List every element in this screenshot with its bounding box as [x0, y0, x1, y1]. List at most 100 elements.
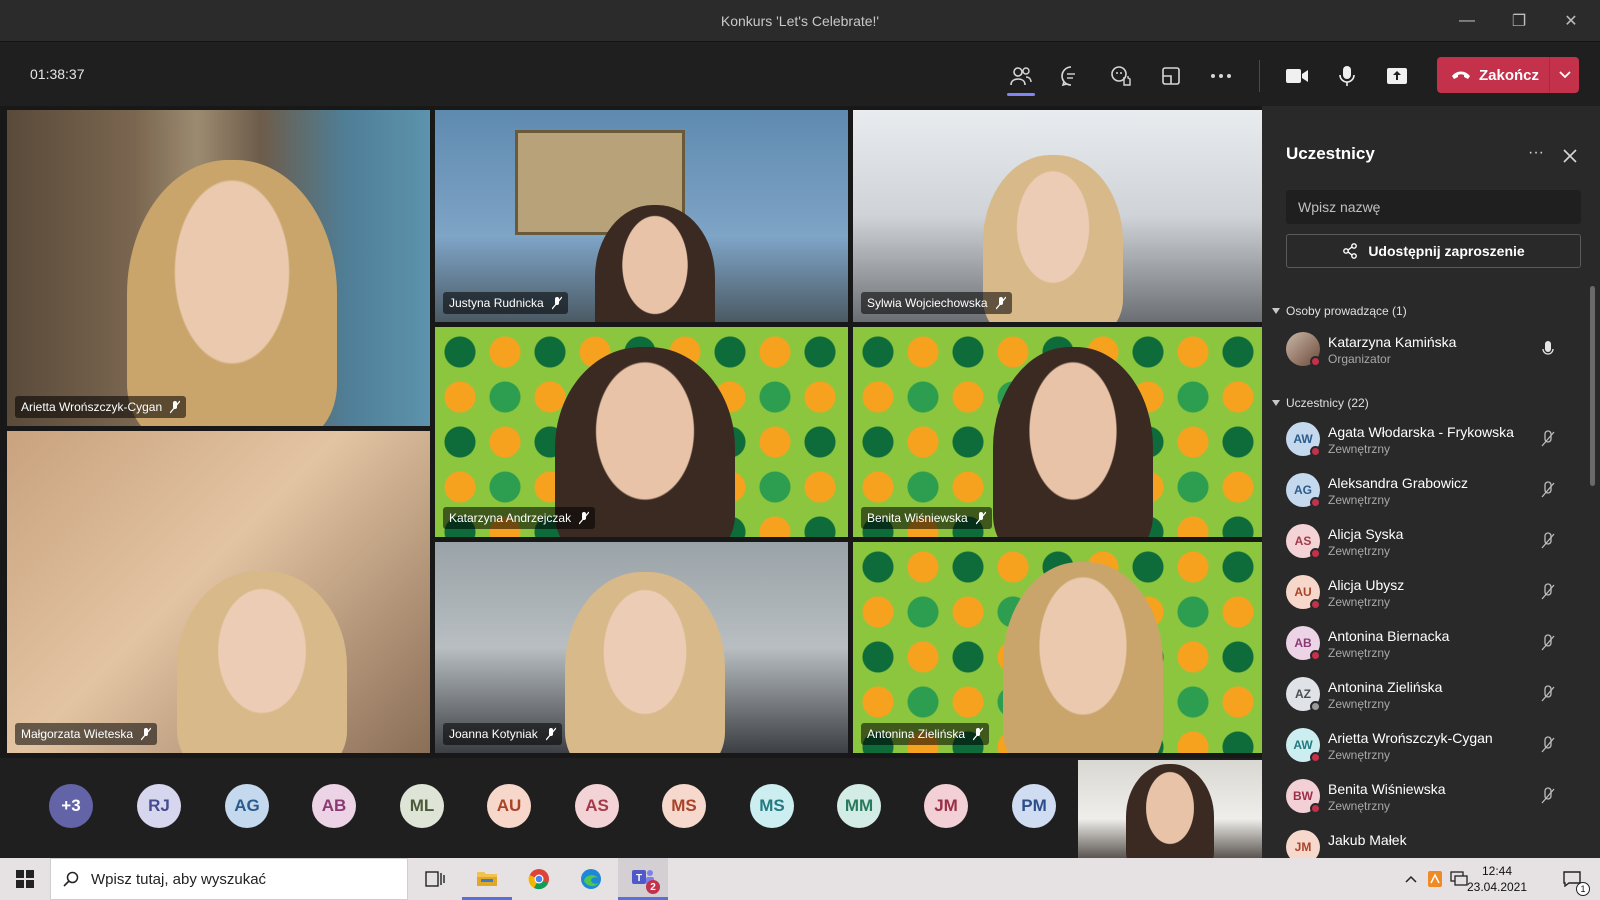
title-bar: Konkurs 'Let's Celebrate!' — ❐ ✕ — [0, 0, 1600, 42]
mic-button[interactable] — [1327, 56, 1367, 96]
participant-role: Zewnętrzny — [1328, 646, 1391, 660]
windows-start-icon — [16, 870, 34, 888]
mic-off-icon — [1541, 481, 1555, 498]
self-view-video[interactable] — [1078, 760, 1264, 858]
file-explorer-button[interactable] — [462, 858, 512, 900]
status-badge — [1310, 701, 1321, 712]
share-screen-button[interactable] — [1377, 56, 1417, 96]
panel-more-button[interactable]: ··· — [1524, 144, 1548, 164]
mic-off-status — [1538, 581, 1558, 603]
attendees-section-toggle[interactable]: Uczestnicy (22) — [1272, 396, 1369, 410]
reactions-button[interactable] — [1101, 56, 1141, 96]
video-tile[interactable]: Benita Wiśniewska — [853, 327, 1263, 537]
restore-button[interactable]: ❐ — [1496, 0, 1542, 42]
self-video-person — [1126, 764, 1214, 858]
share-invite-label: Udostępnij zaproszenie — [1368, 243, 1525, 259]
chevron-down-icon — [1558, 71, 1571, 79]
taskbar-search-box[interactable]: Wpisz tutaj, aby wyszukać — [50, 858, 408, 900]
avatar: AU — [1286, 575, 1321, 610]
participant-role: Zewnętrzny — [1328, 697, 1391, 711]
chat-button[interactable] — [1051, 56, 1091, 96]
taskbar-clock[interactable]: 12:44 23.04.2021 — [1462, 863, 1532, 895]
participant-name: Agata Włodarska - Frykowska — [1328, 424, 1514, 440]
attendee-row[interactable]: AU Alicja Ubysz Zewnętrzny — [1286, 569, 1586, 615]
participant-avatar[interactable]: MS — [750, 784, 794, 828]
participant-avatar[interactable]: PM — [1012, 784, 1056, 828]
video-tile[interactable]: Antonina Zielińska — [853, 542, 1263, 753]
overflow-participants-button[interactable]: +3 — [49, 784, 93, 828]
end-call-label: Zakończ — [1479, 66, 1540, 84]
panel-close-button[interactable] — [1558, 144, 1582, 168]
share-link-icon — [1343, 243, 1358, 259]
tray-app-button[interactable] — [1424, 858, 1446, 900]
participant-video — [993, 347, 1153, 537]
presenters-section-toggle[interactable]: Osoby prowadzące (1) — [1272, 304, 1407, 318]
attendee-row[interactable]: JM Jakub Małek — [1286, 824, 1586, 858]
end-call-button[interactable]: Zakończ — [1437, 57, 1579, 93]
end-call-main[interactable]: Zakończ — [1437, 57, 1549, 93]
video-tile[interactable]: Justyna Rudnicka — [435, 110, 848, 322]
participant-avatar[interactable]: AS — [575, 784, 619, 828]
share-invite-button[interactable]: Udostępnij zaproszenie — [1286, 234, 1581, 268]
avatar-initials: AS — [1294, 534, 1312, 548]
participant-avatar[interactable]: AB — [312, 784, 356, 828]
edge-button[interactable] — [566, 858, 616, 900]
panel-scrollbar[interactable] — [1590, 286, 1595, 486]
attendee-row[interactable]: AS Alicja Syska Zewnętrzny — [1286, 518, 1586, 564]
participant-avatar[interactable]: AU — [487, 784, 531, 828]
status-badge — [1310, 599, 1321, 610]
start-button[interactable] — [0, 858, 50, 900]
teams-button[interactable]: T 2 — [618, 858, 668, 900]
participant-search-input[interactable] — [1286, 190, 1581, 224]
participant-avatar[interactable]: RJ — [137, 784, 181, 828]
close-window-button[interactable]: ✕ — [1548, 0, 1594, 42]
participants-button[interactable] — [1001, 56, 1041, 96]
video-tile[interactable]: Małgorzata Wieteska — [7, 431, 430, 753]
participant-avatar[interactable]: AG — [225, 784, 269, 828]
tile-name-tag: Katarzyna Andrzejczak — [443, 507, 596, 529]
presenter-row[interactable]: Katarzyna Kamińska Organizator — [1286, 326, 1586, 372]
minimize-button[interactable]: — — [1444, 0, 1490, 42]
close-icon — [1563, 149, 1577, 163]
participant-video — [127, 160, 337, 426]
participant-avatar[interactable]: JM — [924, 784, 968, 828]
notification-count-badge: 1 — [1576, 882, 1590, 896]
participant-avatar[interactable]: ML — [400, 784, 444, 828]
end-call-dropdown[interactable] — [1550, 57, 1579, 93]
action-center-button[interactable]: 1 — [1552, 858, 1592, 900]
video-tile[interactable]: Katarzyna Andrzejczak — [435, 327, 848, 537]
chrome-button[interactable] — [514, 858, 564, 900]
tile-name: Antonina Zielińska — [867, 727, 966, 741]
avatar: AZ — [1286, 677, 1321, 712]
attendee-row[interactable]: AG Aleksandra Grabowicz Zewnętrzny — [1286, 467, 1586, 513]
attendee-row[interactable]: BW Benita Wiśniewska Zewnętrzny — [1286, 773, 1586, 819]
video-tile[interactable]: Arietta Wrońszczyk-Cygan — [7, 110, 430, 426]
task-view-button[interactable] — [410, 858, 460, 900]
mic-off-status — [1538, 785, 1558, 807]
attendee-row[interactable]: AW Agata Włodarska - Frykowska Zewnętrzn… — [1286, 416, 1586, 462]
avatar: AB — [1286, 626, 1321, 661]
attendee-row[interactable]: AW Arietta Wrońszczyk-Cygan Zewnętrzny — [1286, 722, 1586, 768]
mic-off-icon — [1541, 532, 1555, 549]
camera-button[interactable] — [1277, 56, 1317, 96]
raise-hand-icon — [1111, 66, 1131, 86]
tile-name: Katarzyna Andrzejczak — [449, 511, 572, 525]
participant-name: Alicja Ubysz — [1328, 577, 1405, 593]
mic-off-icon — [1541, 736, 1555, 753]
tile-name: Benita Wiśniewska — [867, 511, 968, 525]
mic-icon — [1339, 66, 1355, 86]
show-hidden-icons-button[interactable] — [1400, 858, 1422, 900]
more-actions-button[interactable] — [1201, 56, 1241, 96]
video-tile[interactable]: Joanna Kotyniak — [435, 542, 848, 753]
participant-avatar[interactable]: MS — [662, 784, 706, 828]
tile-name-tag: Małgorzata Wieteska — [15, 723, 158, 745]
video-tile[interactable]: Sylwia Wojciechowska — [853, 110, 1263, 322]
participant-strip: +3 RJ AG AB ML AU AS MS MS MM JM PM — [0, 758, 1264, 858]
mic-off-status — [1538, 479, 1558, 501]
attendee-row[interactable]: AB Antonina Biernacka Zewnętrzny — [1286, 620, 1586, 666]
breakout-rooms-button[interactable] — [1151, 56, 1191, 96]
tile-name: Sylwia Wojciechowska — [867, 296, 988, 310]
participant-avatar[interactable]: MM — [837, 784, 881, 828]
mic-icon — [1542, 341, 1554, 355]
attendee-row[interactable]: AZ Antonina Zielińska Zewnętrzny — [1286, 671, 1586, 717]
